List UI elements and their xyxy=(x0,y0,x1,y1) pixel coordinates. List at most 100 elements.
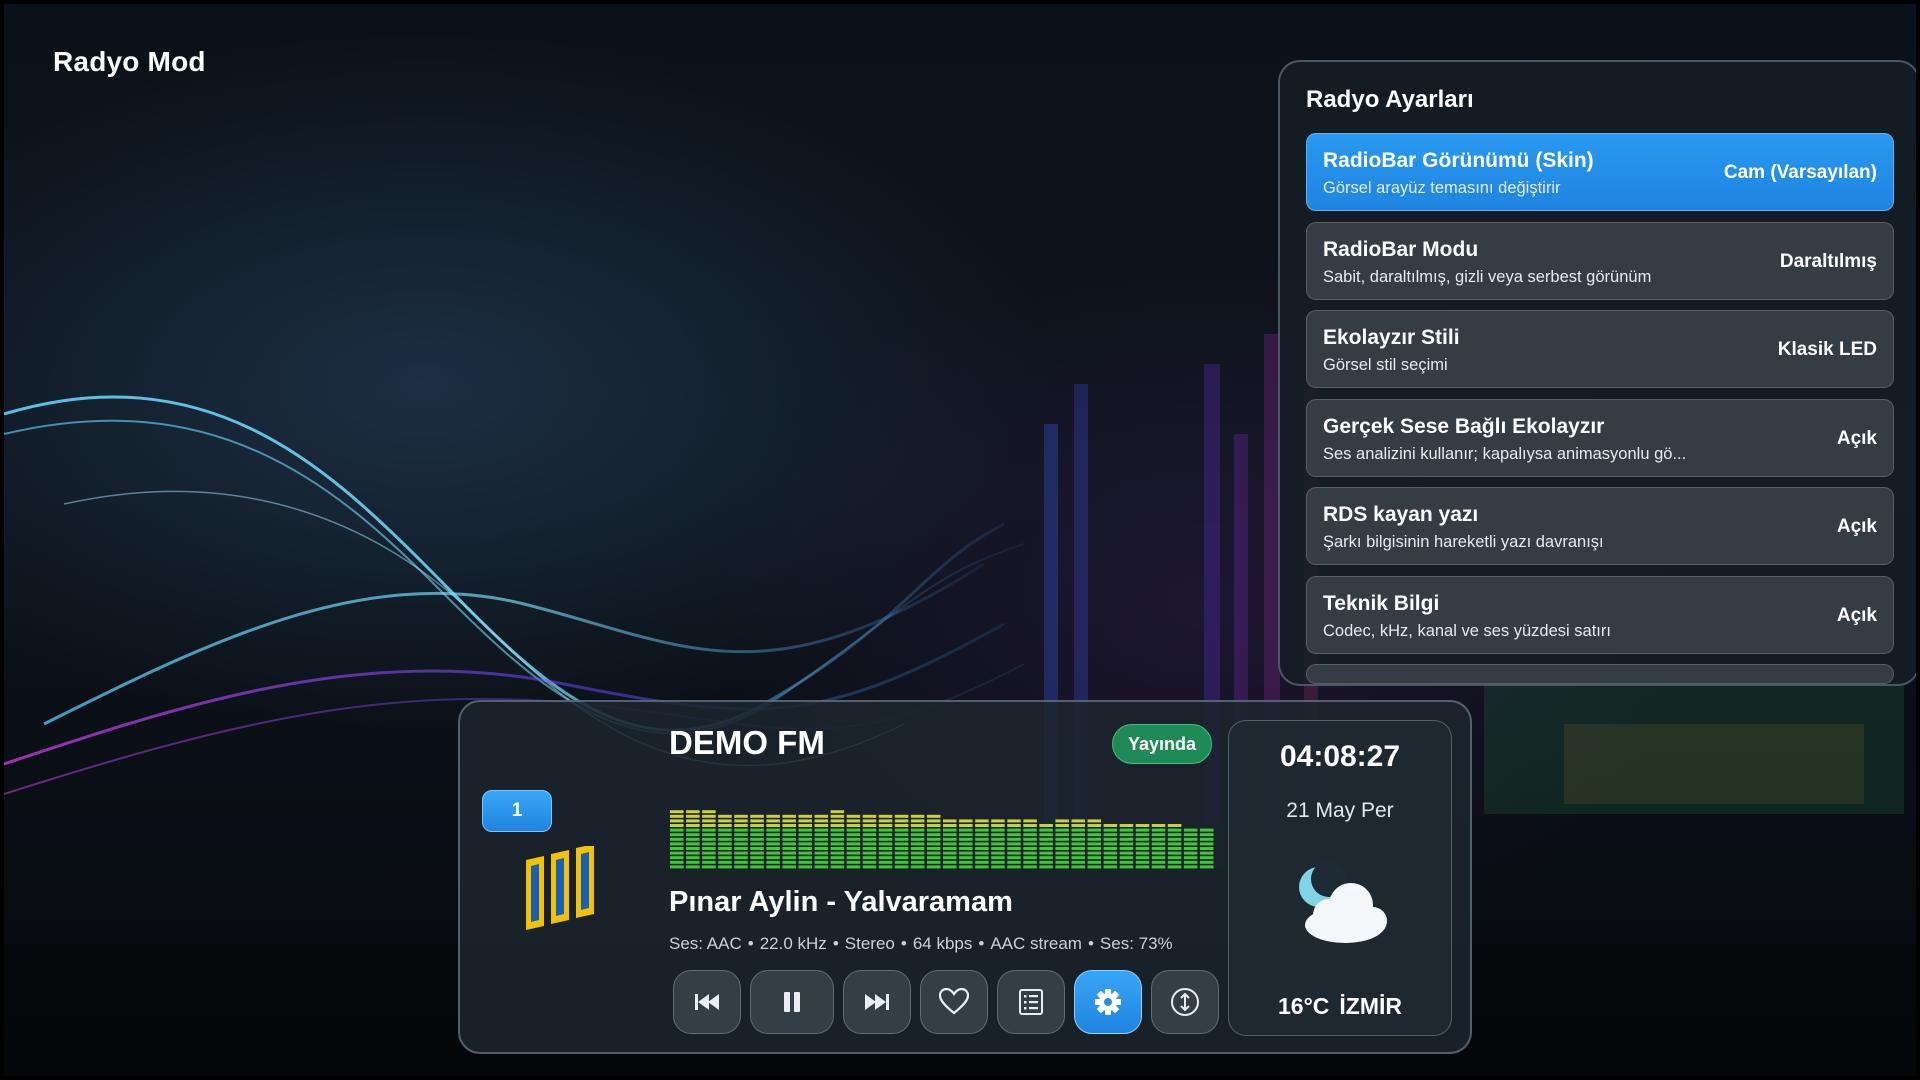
equalizer-segment xyxy=(1087,847,1102,850)
setting-radiobar-skin[interactable]: RadioBar Görünümü (Skin) Görsel arayüz t… xyxy=(1306,133,1894,211)
equalizer-segment xyxy=(1055,860,1069,864)
equalizer-segment xyxy=(1199,856,1214,860)
equalizer-segment xyxy=(1007,837,1021,841)
equalizer-segment xyxy=(1135,860,1150,864)
settings-button[interactable] xyxy=(1074,970,1142,1034)
equalizer-segment xyxy=(943,833,957,837)
equalizer-segment xyxy=(878,824,893,827)
equalizer-segment xyxy=(1087,824,1102,827)
equalizer-segment xyxy=(846,856,861,860)
setting-radiobar-mode[interactable]: RadioBar Modu Sabit, daraltılmış, gizli … xyxy=(1306,221,1894,300)
setting-row-partial[interactable] xyxy=(1306,664,1894,684)
equalizer-segment xyxy=(1119,833,1134,837)
tech-separator: • xyxy=(747,934,754,953)
led-equalizer xyxy=(670,810,1214,869)
equalizer-segment xyxy=(894,833,909,837)
list-button[interactable] xyxy=(997,970,1065,1034)
equalizer-segment xyxy=(926,865,941,869)
equalizer-segment xyxy=(702,819,716,823)
equalizer-segment xyxy=(702,810,716,814)
equalizer-segment xyxy=(686,842,700,846)
equalizer-segment xyxy=(926,819,941,823)
equalizer-segment xyxy=(782,833,796,837)
equalizer-segment xyxy=(975,828,989,832)
equalizer-segment xyxy=(1055,833,1069,837)
equalizer-bar xyxy=(975,819,989,869)
equalizer-segment xyxy=(1039,842,1053,846)
equalizer-segment xyxy=(1023,851,1037,855)
equalizer-bar xyxy=(926,814,941,869)
tech-volume: Ses: 73% xyxy=(1099,934,1173,953)
station-name: DEMO FM xyxy=(669,724,825,761)
equalizer-segment xyxy=(702,833,716,837)
equalizer-segment xyxy=(1071,828,1086,832)
equalizer-segment xyxy=(926,860,941,864)
setting-real-audio-equalizer[interactable]: Gerçek Sese Bağlı Ekolayzır Ses analizin… xyxy=(1306,398,1894,477)
equalizer-segment xyxy=(782,842,796,846)
equalizer-segment xyxy=(718,828,732,832)
setting-description: Sabit, daraltılmış, gizli veya serbest g… xyxy=(1323,267,1652,286)
equalizer-segment xyxy=(670,847,684,850)
equalizer-segment xyxy=(1167,828,1182,832)
live-status-badge: Yayında xyxy=(1112,724,1212,764)
tech-sample-rate: 22.0 kHz xyxy=(759,934,827,953)
equalizer-segment xyxy=(1055,819,1069,823)
equalizer-segment xyxy=(750,842,764,846)
equalizer-segment xyxy=(1087,837,1102,841)
equalizer-segment xyxy=(686,814,700,818)
equalizer-segment xyxy=(943,837,957,841)
settings-title: Radyo Ayarları xyxy=(1306,86,1474,113)
equalizer-segment xyxy=(1023,837,1037,841)
equalizer-segment xyxy=(1055,842,1069,846)
setting-equalizer-style[interactable]: Ekolayzır Stili Görsel stil seçimi Klasi… xyxy=(1306,310,1894,388)
equalizer-segment xyxy=(894,842,909,846)
previous-button[interactable] xyxy=(673,970,741,1034)
equalizer-segment xyxy=(1103,865,1118,869)
equalizer-segment xyxy=(766,833,780,837)
equalizer-segment xyxy=(798,833,813,837)
equalizer-segment xyxy=(1199,847,1214,850)
equalizer-segment xyxy=(1103,856,1118,860)
equalizer-segment xyxy=(1055,865,1069,869)
setting-technical-info[interactable]: Teknik Bilgi Codec, kHz, kanal ve ses yü… xyxy=(1306,575,1894,654)
equalizer-segment xyxy=(782,851,796,855)
equalizer-segment xyxy=(1183,856,1198,860)
equalizer-segment xyxy=(991,824,1005,827)
equalizer-bar xyxy=(846,814,861,869)
equalizer-segment xyxy=(1151,860,1166,864)
tech-separator: • xyxy=(832,934,839,953)
equalizer-segment xyxy=(1023,819,1037,823)
equalizer-segment xyxy=(1007,865,1021,869)
equalizer-segment xyxy=(910,847,925,850)
list-icon xyxy=(1019,989,1043,1015)
setting-rds-scrolling-text[interactable]: RDS kayan yazı Şarkı bilgisinin hareketl… xyxy=(1306,487,1894,565)
equalizer-segment xyxy=(894,851,909,855)
equalizer-segment xyxy=(878,837,893,841)
equalizer-segment xyxy=(798,828,813,832)
equalizer-segment xyxy=(670,837,684,841)
equalizer-segment xyxy=(1167,833,1182,837)
next-button[interactable] xyxy=(843,970,911,1034)
equalizer-segment xyxy=(718,851,732,855)
equalizer-segment xyxy=(1135,856,1150,860)
equalizer-segment xyxy=(734,819,748,823)
equalizer-segment xyxy=(926,837,941,841)
equalizer-segment xyxy=(686,810,700,814)
pause-button[interactable] xyxy=(750,970,834,1034)
equalizer-bar xyxy=(830,810,845,869)
equalizer-segment xyxy=(1103,824,1118,827)
favorite-button[interactable] xyxy=(920,970,988,1034)
equalizer-segment xyxy=(1039,860,1053,864)
equalizer-segment xyxy=(1087,819,1102,823)
equalizer-segment xyxy=(1087,828,1102,832)
equalizer-segment xyxy=(750,851,764,855)
equalizer-segment xyxy=(910,824,925,827)
equalizer-bar xyxy=(798,814,813,869)
equalizer-segment xyxy=(975,847,989,850)
position-button[interactable] xyxy=(1151,970,1219,1034)
equalizer-segment xyxy=(702,847,716,850)
equalizer-segment xyxy=(718,842,732,846)
equalizer-segment xyxy=(1055,856,1069,860)
equalizer-segment xyxy=(830,860,845,864)
equalizer-segment xyxy=(750,865,764,869)
